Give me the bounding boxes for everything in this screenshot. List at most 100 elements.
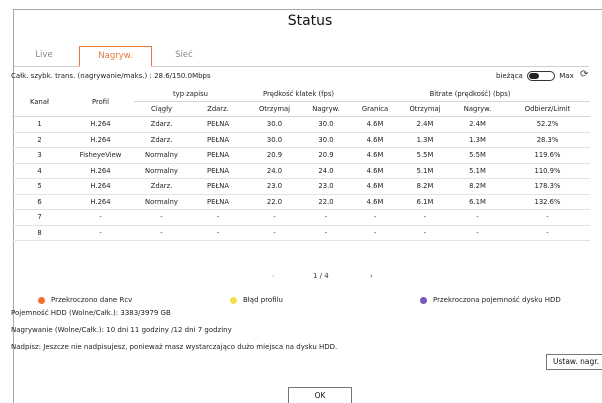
current-max-toggle[interactable]: bieżąca Max <box>496 71 574 81</box>
cell-fps-nagryw: 30.0 <box>302 132 350 148</box>
cell-kanal: 4 <box>12 163 67 179</box>
cell-fps-otrzymaj: 30.0 <box>247 132 302 148</box>
cell-zdarz: PEŁNA <box>189 147 247 164</box>
cell-odbierz-limit: - <box>505 209 590 226</box>
cell-br-otrzymaj: 8.2M <box>400 178 450 195</box>
cell-br-nagryw: 1.3M <box>450 132 505 148</box>
table-row: 6 H.264 Normalny PEŁNA 22.0 22.0 4.6M 6.1M 6.1M 1… <box>12 194 590 210</box>
cell-br-nagryw: 8.2M <box>450 178 505 195</box>
toggle-switch[interactable] <box>527 71 556 81</box>
status-table: Kanał Profil typ zapisu Prędkość klatek … <box>12 87 590 241</box>
cell-zdarz: PEŁNA <box>189 132 247 148</box>
cell-profil: - <box>67 209 134 226</box>
cell-br-otrzymaj: 2.4M <box>400 116 450 133</box>
yellow-dot-icon <box>230 296 237 304</box>
cell-fps-otrzymaj: 30.0 <box>247 116 302 133</box>
ok-button[interactable]: OK <box>288 387 352 403</box>
cell-fps-otrzymaj: - <box>247 209 302 226</box>
cell-fps-nagryw: - <box>302 225 350 241</box>
cell-kanal: 8 <box>12 225 67 241</box>
cell-odbierz-limit: 110.9% <box>505 163 590 179</box>
cell-ciagly: Zdarz. <box>134 116 189 133</box>
header-nagryw: Nagryw. <box>302 101 350 117</box>
cell-granica: 4.6M <box>350 163 400 179</box>
tab-bar: Live Nagryw. Sieć <box>14 46 589 67</box>
table-row: 1 H.264 Zdarz. PEŁNA 30.0 30.0 4.6M 2.4M 2.4M 52.… <box>12 116 590 133</box>
header-predkosc: Prędkość klatek (fps) <box>247 87 350 102</box>
legend-hdd-exceeded: Przekroczona pojemność dysku HDD <box>420 296 561 304</box>
cell-zdarz: - <box>189 225 247 241</box>
cell-fps-otrzymaj: 22.0 <box>247 194 302 210</box>
tab-nagryw[interactable]: Nagryw. <box>79 46 152 67</box>
header-bitrate: Bitrate (prędkość) (bps) <box>350 87 590 102</box>
cell-odbierz-limit: 178.3% <box>505 178 590 195</box>
header-odbierz-limit: Odbierz/Limit <box>505 101 590 117</box>
next-page-button[interactable]: › <box>370 272 373 280</box>
cell-ciagly: - <box>134 225 189 241</box>
cell-fps-nagryw: 24.0 <box>302 163 350 179</box>
cell-fps-nagryw: 20.9 <box>302 147 350 164</box>
header-nagryw-bitrate: Nagryw. <box>450 101 505 117</box>
recording-settings-button[interactable]: Ustaw. nagr. <box>546 354 602 370</box>
cell-br-otrzymaj: 5.5M <box>400 147 450 164</box>
cell-odbierz-limit: 119.6% <box>505 147 590 164</box>
table-row: 8--------- <box>12 225 590 241</box>
cell-zdarz: PEŁNA <box>189 178 247 195</box>
header-otrzymaj: Otrzymaj <box>247 101 302 117</box>
overwrite-text: Nadpisz: Jeszcze nie nadpisujesz, poniew… <box>11 343 338 351</box>
cell-profil: - <box>67 225 134 241</box>
table-row: 3 FisheyeView Normalny PEŁNA 20.9 20.9 4.6M 5.5… <box>12 147 590 164</box>
cell-odbierz-limit: 28.3% <box>505 132 590 148</box>
cell-odbierz-limit: - <box>505 225 590 241</box>
toggle-label-max: Max <box>559 72 574 80</box>
cell-granica: 4.6M <box>350 147 400 164</box>
recording-time-text: Nagrywanie (Wolne/Całk.): 10 dni 11 godz… <box>11 326 232 334</box>
cell-profil: H.264 <box>67 132 134 148</box>
cell-granica: - <box>350 225 400 241</box>
cell-ciagly: Normalny <box>134 163 189 179</box>
cell-br-otrzymaj: - <box>400 225 450 241</box>
throughput-text: Całk. szybk. trans. (nagrywanie/maks.) :… <box>11 72 211 80</box>
header-zdarz: Zdarz. <box>189 101 247 117</box>
cell-odbierz-limit: 52.2% <box>505 116 590 133</box>
tab-live[interactable]: Live <box>14 46 74 66</box>
table-row: 7--------- <box>12 209 590 226</box>
window-title: Status <box>287 13 333 29</box>
cell-zdarz: PEŁNA <box>189 163 247 179</box>
cell-fps-nagryw: 22.0 <box>302 194 350 210</box>
cell-ciagly: Normalny <box>134 147 189 164</box>
cell-kanal: 7 <box>12 209 67 226</box>
cell-fps-otrzymaj: 23.0 <box>247 178 302 195</box>
header-kanal: Kanał <box>12 87 67 117</box>
cell-kanal: 1 <box>12 116 67 133</box>
cell-br-otrzymaj: 5.1M <box>400 163 450 179</box>
tab-siec[interactable]: Sieć <box>154 46 214 66</box>
prev-page-button[interactable]: ‹ <box>272 272 275 280</box>
legend-label: Przekroczona pojemność dysku HDD <box>433 296 561 304</box>
cell-odbierz-limit: 132.6% <box>505 194 590 210</box>
header-typ-zapisu: typ zapisu <box>134 87 247 102</box>
cell-br-nagryw: 6.1M <box>450 194 505 210</box>
cell-profil: H.264 <box>67 194 134 210</box>
cell-granica: 4.6M <box>350 178 400 195</box>
cell-granica: 4.6M <box>350 194 400 210</box>
cell-br-nagryw: - <box>450 209 505 226</box>
cell-profil: FisheyeView <box>67 147 134 164</box>
cell-br-otrzymaj: 1.3M <box>400 132 450 148</box>
cell-kanal: 6 <box>12 194 67 210</box>
cell-fps-otrzymaj: 20.9 <box>247 147 302 164</box>
purple-dot-icon <box>420 296 427 304</box>
refresh-icon[interactable]: ⟳ <box>580 69 588 80</box>
cell-fps-nagryw: 23.0 <box>302 178 350 195</box>
orange-dot-icon <box>38 296 45 304</box>
cell-fps-nagryw: 30.0 <box>302 116 350 133</box>
cell-profil: H.264 <box>67 163 134 179</box>
cell-fps-otrzymaj: 24.0 <box>247 163 302 179</box>
cell-zdarz: PEŁNA <box>189 194 247 210</box>
cell-granica: 4.6M <box>350 132 400 148</box>
cell-zdarz: PEŁNA <box>189 116 247 133</box>
hdd-capacity-text: Pojemność HDD (Wolne/Całk.): 3383/3979 G… <box>11 309 171 317</box>
table-row: 2 H.264 Zdarz. PEŁNA 30.0 30.0 4.6M 1.3M 1.3M 28.… <box>12 132 590 148</box>
cell-ciagly: Normalny <box>134 194 189 210</box>
toggle-knob <box>529 73 540 79</box>
